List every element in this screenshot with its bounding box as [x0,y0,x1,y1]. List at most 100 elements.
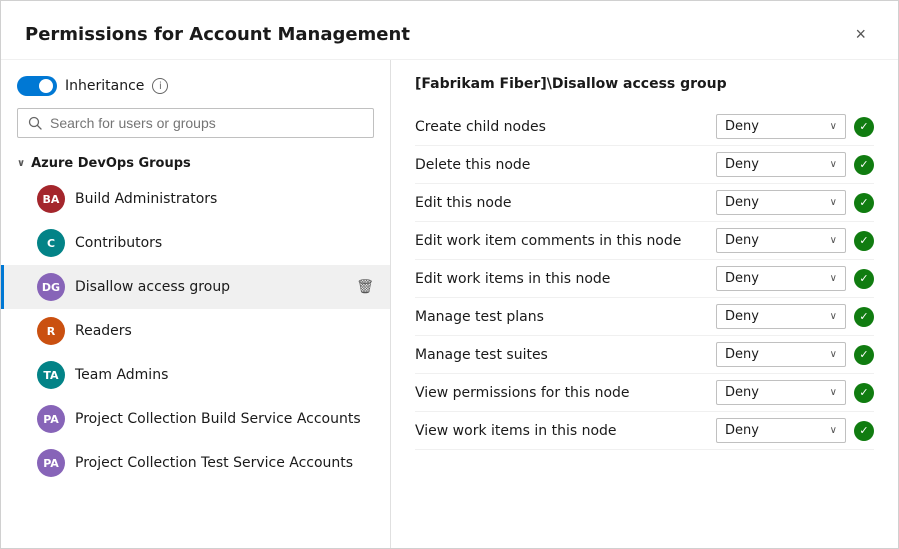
permission-control: Deny∨ [716,342,874,367]
inheritance-row: Inheritance i [1,76,390,108]
chevron-down-icon: ∨ [830,425,837,436]
permission-control: Deny ∨ [716,304,874,329]
check-icon [854,383,874,403]
permission-value: Deny [725,385,759,400]
permission-control: Deny ∨ [716,152,874,177]
delete-icon[interactable]: 🗑 [356,279,374,295]
permission-control: Deny∨ [716,380,874,405]
group-name: Project Collection Build Service Account… [75,411,374,427]
check-icon [854,155,874,175]
permission-control: Deny ∨ [716,228,874,253]
permission-value: Deny [725,157,759,172]
chevron-down-icon: ∨ [830,197,837,208]
check-icon [854,269,874,289]
permission-name: View permissions for this node [415,385,716,401]
group-section: ∨ Azure DevOps Groups BA Build Administra… [1,150,390,548]
permission-name: Manage test suites [415,347,716,363]
chevron-down-icon: ∨ [17,158,25,169]
permission-control: Deny∨ [716,266,874,291]
group-name: Build Administrators [75,191,374,207]
group-item[interactable]: PA Project Collection Build Service Accou… [1,397,390,441]
permission-row: Edit this nodeDeny∨ [415,184,874,222]
permission-row: View permissions for this nodeDeny∨ [415,374,874,412]
permission-row: Edit work items in this nodeDeny∨ [415,260,874,298]
permission-value: Deny [725,423,759,438]
right-panel: [Fabrikam Fiber]\Disallow access group C… [391,60,898,548]
close-button[interactable]: × [847,21,874,47]
dialog-body: Inheritance i ∨ Azure DevOps Groups BA Bu… [1,60,898,548]
permission-row: Edit work item comments in this nodeDeny… [415,222,874,260]
search-icon [28,116,42,130]
permission-name: Edit work item comments in this node [415,233,716,249]
group-item[interactable]: R Readers [1,309,390,353]
permission-name: Create child nodes [415,119,716,135]
group-name: Contributors [75,235,374,251]
permission-control: Deny ∨ [716,190,874,215]
avatar: R [37,317,65,345]
permission-dropdown[interactable]: Deny∨ [716,342,846,367]
group-item[interactable]: TA Team Admins [1,353,390,397]
permission-control: Deny ∨ [716,418,874,443]
permission-value: Deny [725,195,759,210]
avatar: PA [37,405,65,433]
permission-dropdown[interactable]: Deny ∨ [716,418,846,443]
group-name: Team Admins [75,367,374,383]
group-item[interactable]: DG Disallow access group 🗑 [1,265,390,309]
group-name: Disallow access group [75,279,346,295]
permission-row: Delete this node Deny ∨ [415,146,874,184]
check-icon [854,345,874,365]
chevron-down-icon: ∨ [830,311,837,322]
permission-name: Manage test plans [415,309,716,325]
permission-dropdown[interactable]: Deny∨ [716,114,846,139]
groups-list: BA Build Administrators C Contributors DG Dis… [1,177,390,485]
avatar: BA [37,185,65,213]
permission-dropdown[interactable]: Deny∨ [716,266,846,291]
chevron-down-icon: ∨ [830,273,837,284]
dialog-header: Permissions for Account Management × [1,1,898,60]
avatar: DG [37,273,65,301]
avatar: TA [37,361,65,389]
avatar: C [37,229,65,257]
check-icon [854,307,874,327]
group-name: Project Collection Test Service Accounts [75,455,374,471]
permission-dropdown[interactable]: Deny ∨ [716,228,846,253]
inheritance-toggle[interactable] [17,76,57,96]
permission-dropdown[interactable]: Deny ∨ [716,190,846,215]
group-name: Readers [75,323,374,339]
permission-name: Edit work items in this node [415,271,716,287]
check-icon [854,231,874,251]
inheritance-label: Inheritance [65,78,144,94]
chevron-down-icon: ∨ [830,235,837,246]
chevron-down-icon: ∨ [830,159,837,170]
dialog-title: Permissions for Account Management [25,24,410,45]
permission-value: Deny [725,309,759,324]
left-panel: Inheritance i ∨ Azure DevOps Groups BA Bu… [1,60,391,548]
context-title: [Fabrikam Fiber]\Disallow access group [415,76,874,92]
search-input[interactable] [50,115,363,131]
permission-dropdown[interactable]: Deny ∨ [716,304,846,329]
permissions-dialog: Permissions for Account Management × Inh… [0,0,899,549]
group-section-label: Azure DevOps Groups [31,156,191,171]
group-item[interactable]: BA Build Administrators [1,177,390,221]
permission-value: Deny [725,347,759,362]
permission-row: View work items in this node Deny ∨ [415,412,874,450]
permission-control: Deny∨ [716,114,874,139]
permission-row: Manage test suitesDeny∨ [415,336,874,374]
permission-row: Create child nodesDeny∨ [415,108,874,146]
permissions-list: Create child nodesDeny∨Delete this nodeD… [415,108,874,450]
permission-name: View work items in this node [415,423,716,439]
group-item[interactable]: C Contributors [1,221,390,265]
permission-name: Delete this node [415,157,716,173]
check-icon [854,193,874,213]
info-icon[interactable]: i [152,78,168,94]
permission-dropdown[interactable]: Deny∨ [716,380,846,405]
group-item[interactable]: PA Project Collection Test Service Accoun… [1,441,390,485]
chevron-down-icon: ∨ [830,121,837,132]
avatar: PA [37,449,65,477]
group-section-header[interactable]: ∨ Azure DevOps Groups [1,150,390,177]
search-box [17,108,374,138]
check-icon [854,421,874,441]
permission-dropdown[interactable]: Deny ∨ [716,152,846,177]
permission-row: Manage test plans Deny ∨ [415,298,874,336]
permission-value: Deny [725,233,759,248]
